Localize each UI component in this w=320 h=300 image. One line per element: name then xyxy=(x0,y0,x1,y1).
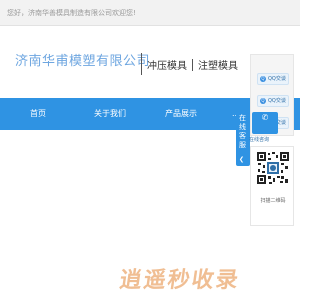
online-consult-button[interactable]: ✆ xyxy=(252,112,278,134)
qr-code-icon xyxy=(256,151,290,185)
qq-chat-button-1[interactable]: Q QQ交谈 xyxy=(257,73,289,85)
qq-chat-label: QQ交谈 xyxy=(268,98,286,104)
slogan-stamping: 冲压模具 xyxy=(147,61,187,72)
nav-item-home[interactable]: 首页 xyxy=(30,98,46,130)
logo-divider xyxy=(141,53,142,75)
online-consult-label: 在线咨询 xyxy=(249,137,270,143)
online-service-tab-label: 在线客服 xyxy=(239,114,246,149)
welcome-text: 您好，济南华善模具制造有限公司欢迎您! xyxy=(7,9,136,17)
top-welcome-bar: 您好，济南华善模具制造有限公司欢迎您! xyxy=(0,0,300,26)
site-logo[interactable]: 济南华甫模塑有限公司 xyxy=(15,50,150,69)
watermark: 逍遥秒收录 xyxy=(117,268,242,293)
header-slogan: 冲压模具 注塑模具 xyxy=(147,57,238,72)
slogan-separator xyxy=(192,59,193,71)
qq-icon: Q xyxy=(260,98,266,104)
slogan-injection: 注塑模具 xyxy=(198,61,238,72)
qr-code-panel: 扫描二维码 xyxy=(250,146,294,226)
nav-item-products[interactable]: 产品展示 xyxy=(165,98,197,130)
chevron-left-icon: ❮ xyxy=(239,156,245,163)
chat-bubble-icon: ✆ xyxy=(261,113,269,122)
online-service-tab[interactable]: 在线客服 ❮ xyxy=(236,110,250,166)
qq-chat-label: QQ交谈 xyxy=(268,76,286,82)
nav-item-about[interactable]: 关于我们 xyxy=(94,98,126,130)
qq-icon: Q xyxy=(260,76,266,82)
qq-chat-button-2[interactable]: Q QQ交谈 xyxy=(257,95,289,107)
qr-caption: 扫描二维码 xyxy=(260,198,286,204)
